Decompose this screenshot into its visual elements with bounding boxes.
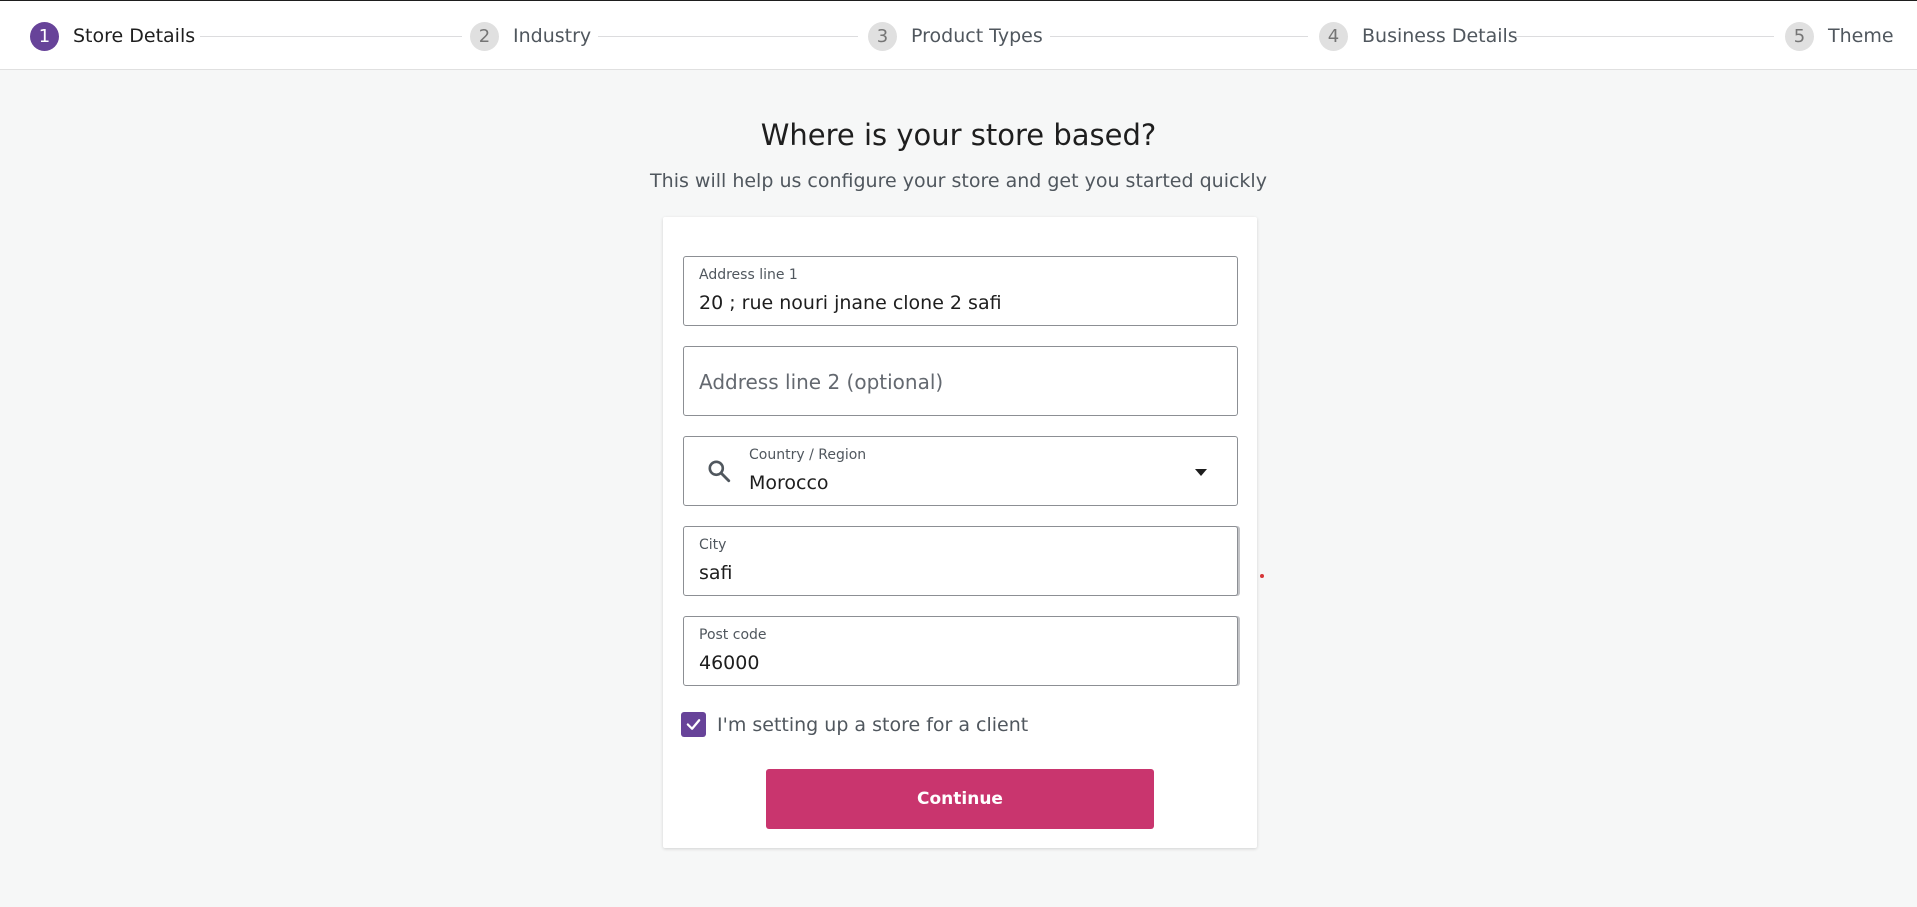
city-value[interactable]: safi <box>699 562 733 584</box>
step-number: 3 <box>868 21 897 51</box>
address-line-2-placeholder[interactable]: Address line 2 (optional) <box>699 370 943 394</box>
address-line-1-field[interactable]: Address line 1 20 ; rue nouri jnane clon… <box>683 256 1238 326</box>
step-connector <box>200 36 462 37</box>
chevron-down-icon[interactable] <box>1195 469 1207 476</box>
client-store-checkbox[interactable] <box>681 712 706 737</box>
page-title: Where is your store based? <box>760 118 1157 152</box>
store-address-card: Address line 1 20 ; rue nouri jnane clon… <box>663 217 1257 848</box>
step-number: 1 <box>30 21 59 51</box>
step-store-details[interactable]: 1 Store Details <box>30 20 195 52</box>
step-number: 5 <box>1785 21 1814 51</box>
step-label: Store Details <box>73 25 196 47</box>
step-business-details[interactable]: 4 Business Details <box>1319 20 1518 52</box>
step-number: 4 <box>1319 21 1348 51</box>
step-label: Business Details <box>1362 25 1518 47</box>
client-store-checkbox-label[interactable]: I'm setting up a store for a client <box>717 714 1028 736</box>
page-subtitle: This will help us configure your store a… <box>650 170 1267 192</box>
step-connector <box>1050 36 1308 37</box>
continue-button[interactable]: Continue <box>766 769 1154 829</box>
cursor-dot <box>1260 574 1264 578</box>
step-number: 2 <box>470 21 499 51</box>
step-connector <box>598 36 858 37</box>
address-line-1-value[interactable]: 20 ; rue nouri jnane clone 2 safi <box>699 292 1002 314</box>
step-product-types[interactable]: 3 Product Types <box>868 20 1043 52</box>
step-theme[interactable]: 5 Theme <box>1785 20 1894 52</box>
country-region-value[interactable]: Morocco <box>749 472 829 494</box>
step-label: Industry <box>513 25 592 47</box>
search-icon <box>708 460 731 483</box>
step-industry[interactable]: 2 Industry <box>470 20 591 52</box>
post-code-label: Post code <box>699 627 767 643</box>
address-line-2-field[interactable]: Address line 2 (optional) <box>683 346 1238 416</box>
country-region-label: Country / Region <box>749 447 867 463</box>
address-line-1-label: Address line 1 <box>699 267 798 283</box>
setup-stepper: 1 Store Details 2 Industry 3 Product Typ… <box>0 0 1917 70</box>
country-region-select[interactable]: Country / Region Morocco <box>683 436 1238 506</box>
client-store-checkbox-row[interactable]: I'm setting up a store for a client <box>681 712 1028 737</box>
post-code-value[interactable]: 46000 <box>699 652 759 674</box>
step-label: Product Types <box>911 25 1043 47</box>
checkmark-icon <box>686 719 701 730</box>
city-label: City <box>699 537 727 553</box>
step-connector <box>1516 36 1774 37</box>
post-code-field[interactable]: Post code 46000 <box>683 616 1238 686</box>
city-field[interactable]: City safi <box>683 526 1238 596</box>
step-label: Theme <box>1828 25 1894 47</box>
